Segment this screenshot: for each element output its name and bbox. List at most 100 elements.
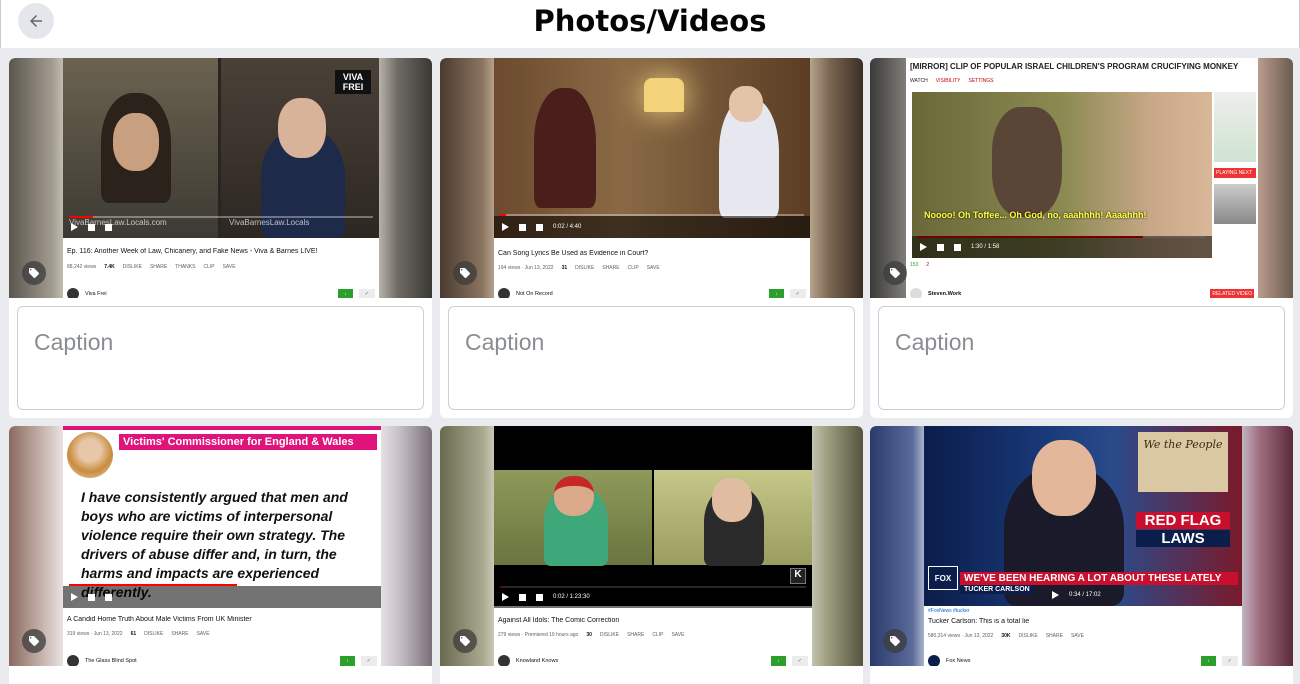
video-title: Ep. 116: Another Week of Law, Chicanery,… [67, 248, 318, 255]
download-pill: ↓ [340, 656, 355, 666]
save-action: SAVE [196, 631, 210, 637]
tag-icon [890, 636, 900, 646]
tag-button[interactable] [453, 261, 477, 285]
thanks-action: THANKS [175, 264, 196, 270]
dislike-count: 2 [926, 262, 930, 268]
video-title: Tucker Carlson: This is a total lie [928, 618, 1030, 625]
tab-visibility: VISIBILITY [935, 78, 961, 84]
view-count: 279 views · Premiered 19 hours ago [498, 632, 579, 638]
video-title: Can Song Lyrics Be Used as Evidence in C… [498, 250, 649, 257]
save-action: SAVE [1070, 633, 1084, 639]
like-count: 153 [910, 262, 919, 268]
save-action: SAVE [222, 264, 236, 270]
tag-button[interactable] [453, 629, 477, 653]
save-action: SAVE [671, 632, 685, 638]
tag-icon [890, 268, 900, 278]
tag-icon [460, 636, 470, 646]
channel-row: Not On Record ↓ ✓ [498, 288, 806, 298]
video-meta: 194 views · Jun 13, 2022 31 DISLIKE SHAR… [498, 265, 806, 271]
video-hashtags: #FoxNews #tucker [928, 608, 970, 614]
studio-tabs: WATCH VISIBILITY SETTINGS [910, 78, 994, 84]
caption-placeholder: Caption [34, 329, 114, 355]
video-meta: 279 views · Premiered 19 hours ago 30 DI… [498, 632, 808, 638]
view-count: 194 views · Jun 13, 2022 [498, 265, 554, 271]
tag-button[interactable] [22, 629, 46, 653]
video-screenshot: [MIRROR] CLIP OF POPULAR ISRAEL CHILDREN… [906, 58, 1258, 298]
channel-name: Not On Record [516, 291, 553, 297]
channel-name: The Glass Blind Spot [85, 658, 137, 664]
media-thumbnail[interactable]: VIVA FREI VivaBarnesLaw.Locals.com VivaB… [9, 58, 432, 298]
video-screenshot: VIVA FREI VivaBarnesLaw.Locals.com VivaB… [63, 58, 379, 298]
caption-input[interactable]: Caption [878, 306, 1285, 410]
video-time: 0:02 / 1:23:30 [553, 594, 590, 600]
video-page-title: [MIRROR] CLIP OF POPULAR ISRAEL CHILDREN… [910, 62, 1239, 71]
share-action: SHARE [149, 264, 168, 270]
caption-input[interactable]: Caption [17, 306, 424, 410]
media-thumbnail[interactable]: K 0:02 / 1:23:30 Against All Idols: The … [440, 426, 863, 666]
channel-avatar [928, 655, 940, 666]
video-meta: 88,242 views 7.4K DISLIKE SHARE THANKS C… [67, 264, 375, 270]
subscribed-pill: ✓ [791, 656, 808, 666]
share-action: SHARE [171, 631, 189, 637]
clip-action: CLIP [627, 265, 639, 271]
video-screenshot: Victims' Commissioner for England & Wale… [63, 426, 381, 666]
tag-button[interactable] [883, 261, 907, 285]
video-time: 0:02 / 4:40 [553, 224, 582, 230]
media-card: We the People RED FLAG LAWS FOX WE'VE BE… [870, 426, 1293, 684]
download-pill: ↓ [1201, 656, 1216, 666]
video-screenshot: 0:02 / 4:40 Can Song Lyrics Be Used as E… [494, 58, 810, 298]
side-panel: PLAYING NEXT [1214, 92, 1256, 258]
channel-name: Viva Frei [85, 291, 107, 297]
video-time: 0:34 / 17:02 [1069, 592, 1101, 598]
tab-watch: WATCH [910, 78, 928, 84]
media-thumbnail[interactable]: Victims' Commissioner for England & Wale… [9, 426, 432, 666]
media-card: Victims' Commissioner for England & Wale… [9, 426, 432, 684]
dislike-action: DISLIKE [1018, 633, 1038, 639]
page-title: Photos/Videos [533, 4, 767, 38]
media-card: [MIRROR] CLIP OF POPULAR ISRAEL CHILDREN… [870, 58, 1293, 418]
subscribed-pill: ✓ [789, 289, 806, 298]
video-meta: 580,314 views · Jun 13, 2022 30K DISLIKE… [928, 633, 1238, 639]
channel-avatar [910, 288, 922, 298]
like-count: 30K [1001, 633, 1011, 639]
tag-icon [29, 268, 39, 278]
video-time: 1:30 / 1:58 [971, 244, 1000, 250]
media-card: VIVA FREI VivaBarnesLaw.Locals.com VivaB… [9, 58, 432, 418]
media-thumbnail[interactable]: [MIRROR] CLIP OF POPULAR ISRAEL CHILDREN… [870, 58, 1293, 298]
tag-icon [460, 268, 470, 278]
dislike-action: DISLIKE [575, 265, 595, 271]
download-pill: ↓ [769, 289, 784, 298]
chyron-name: TUCKER CARLSON [960, 585, 1034, 594]
media-thumbnail[interactable]: 0:02 / 4:40 Can Song Lyrics Be Used as E… [440, 58, 863, 298]
tag-button[interactable] [883, 629, 907, 653]
caption-input[interactable]: Caption [448, 306, 855, 410]
save-action: SAVE [646, 265, 660, 271]
related-video-label: RELATED VIDEO [1210, 289, 1254, 298]
dislike-action: DISLIKE [144, 631, 164, 637]
tag-button[interactable] [22, 261, 46, 285]
like-count: 61 [130, 631, 137, 637]
caption-placeholder: Caption [895, 329, 975, 355]
channel-watermark: K [790, 568, 806, 584]
channel-row: Knowland Knows ↓ ✓ [498, 655, 808, 666]
like-count: 7.4K [104, 264, 115, 270]
video-subtitle: Noooo! Oh Toffee... Oh God, no, aaahhhh!… [924, 210, 1147, 220]
channel-name: Fox News [946, 658, 971, 664]
share-action: SHARE [602, 265, 620, 271]
video-screenshot: We the People RED FLAG LAWS FOX WE'VE BE… [924, 426, 1242, 666]
tag-icon [29, 636, 39, 646]
channel-name: Knowland Knows [516, 658, 559, 664]
view-count: 88,242 views [67, 264, 97, 270]
media-card: K 0:02 / 1:23:30 Against All Idols: The … [440, 426, 863, 684]
media-thumbnail[interactable]: We the People RED FLAG LAWS FOX WE'VE BE… [870, 426, 1293, 666]
channel-avatar [67, 655, 79, 666]
channel-avatar [498, 288, 510, 298]
dislike-action: DISLIKE [122, 264, 142, 270]
share-action: SHARE [627, 632, 645, 638]
subscribed-pill: ✓ [1221, 656, 1238, 666]
download-pill: ↓ [771, 656, 786, 666]
channel-name: Steven.Work [928, 291, 962, 297]
subscribed-pill: ✓ [358, 289, 375, 298]
clip-action: CLIP [652, 632, 664, 638]
video-title: Against All Idols: The Comic Correction [498, 617, 620, 624]
